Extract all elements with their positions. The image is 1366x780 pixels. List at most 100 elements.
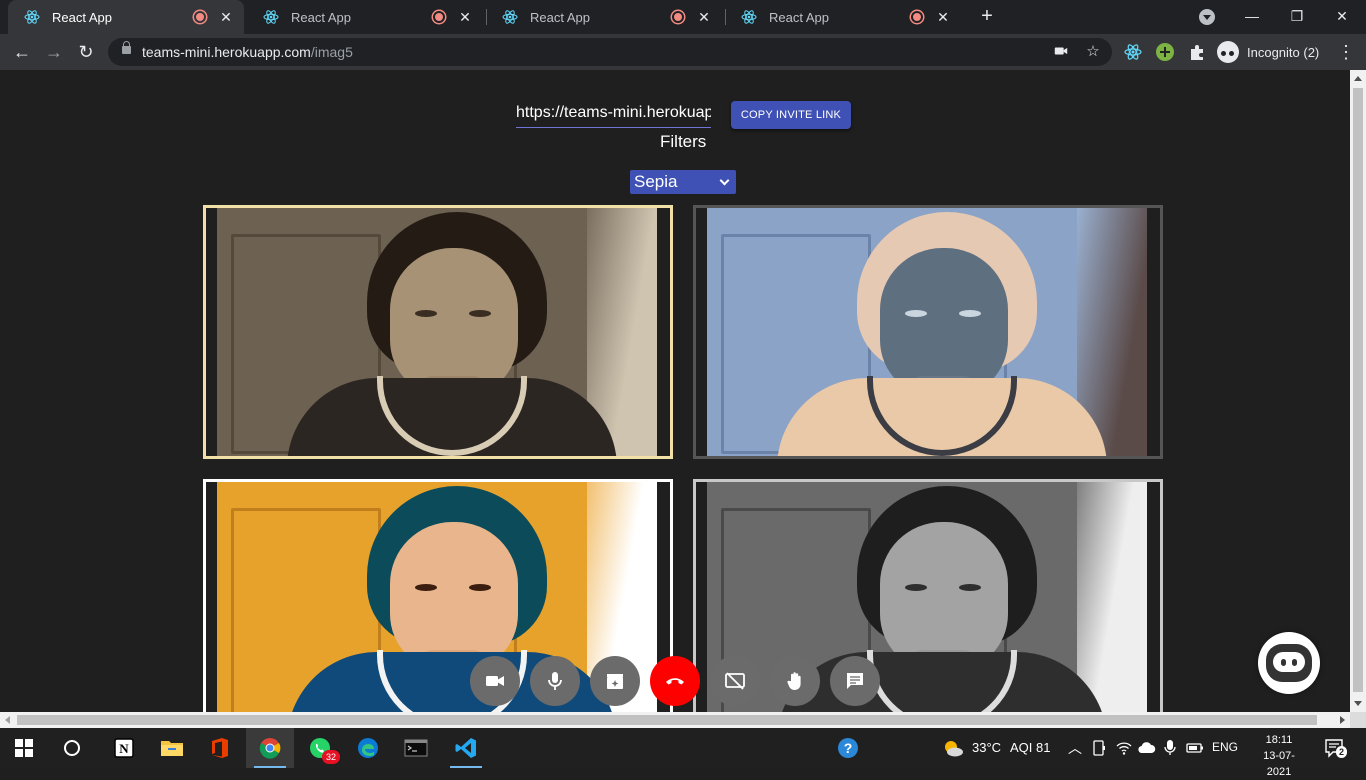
new-tab-plus-icon[interactable]: + bbox=[976, 5, 998, 27]
forward-arrow-icon[interactable]: → bbox=[42, 40, 66, 64]
react-logo-icon bbox=[24, 10, 40, 24]
filters-label: Filters bbox=[660, 132, 707, 151]
lock-icon[interactable] bbox=[122, 41, 131, 54]
end-call-button[interactable] bbox=[650, 656, 700, 706]
tab-close-icon[interactable]: ✕ bbox=[218, 9, 234, 26]
back-arrow-icon[interactable]: ← bbox=[10, 40, 34, 64]
minimize-window-icon[interactable]: — bbox=[1240, 5, 1264, 27]
screen-share-off-button[interactable] bbox=[710, 656, 760, 706]
camera-toggle-button[interactable] bbox=[470, 656, 520, 706]
effects-button[interactable] bbox=[590, 656, 640, 706]
chat-button[interactable] bbox=[830, 656, 880, 706]
tab-title: React App bbox=[52, 9, 112, 25]
action-center-button[interactable]: 2 bbox=[1324, 738, 1347, 758]
vscode-app[interactable] bbox=[442, 728, 490, 768]
camera-in-use-icon[interactable] bbox=[1052, 43, 1070, 61]
participant-video bbox=[707, 208, 1147, 456]
browser-tab-4[interactable]: React App ✕ bbox=[725, 0, 961, 34]
weather-temperature[interactable]: 33°C bbox=[972, 740, 1001, 755]
tab-search-icon[interactable] bbox=[1199, 9, 1215, 25]
restore-window-icon[interactable]: ❐ bbox=[1285, 5, 1309, 27]
screen-share-off-icon bbox=[725, 672, 745, 690]
terminal-icon bbox=[404, 739, 428, 757]
wifi-icon[interactable] bbox=[1116, 740, 1132, 756]
video-tile-invert[interactable] bbox=[693, 205, 1163, 459]
vscode-icon bbox=[455, 738, 476, 758]
vertical-scrollbar[interactable] bbox=[1350, 70, 1366, 712]
system-clock[interactable]: 18:11 13-07-2021 bbox=[1252, 732, 1306, 780]
browser-tab-1[interactable]: React App ✕ bbox=[8, 0, 244, 34]
file-explorer-app[interactable] bbox=[148, 728, 196, 768]
recording-indicator-icon bbox=[194, 11, 206, 23]
video-tile-grayscale[interactable] bbox=[693, 479, 1163, 712]
office-app[interactable] bbox=[196, 728, 244, 768]
start-button[interactable] bbox=[0, 728, 48, 768]
close-window-icon[interactable]: ✕ bbox=[1330, 5, 1354, 27]
tab-close-icon[interactable]: ✕ bbox=[457, 9, 473, 26]
edge-icon bbox=[358, 738, 378, 758]
filter-select[interactable]: Sepia bbox=[630, 170, 736, 194]
clock-date: 13-07-2021 bbox=[1263, 750, 1295, 778]
add-extension-icon[interactable] bbox=[1156, 43, 1174, 61]
mic-toggle-button[interactable] bbox=[530, 656, 580, 706]
notification-count-badge: 2 bbox=[1336, 746, 1347, 758]
tab-title: React App bbox=[291, 9, 351, 25]
video-camera-icon bbox=[486, 676, 504, 686]
clapperboard-sparkle-icon bbox=[607, 674, 623, 689]
meeting-page: COPY INVITE LINK Filters Sepia bbox=[0, 70, 1350, 712]
recording-indicator-icon bbox=[672, 11, 684, 23]
browser-tab-strip: React App ✕ React App ✕ React App ✕ Reac… bbox=[0, 0, 1366, 34]
chevron-down-icon bbox=[719, 175, 730, 186]
browser-menu-icon[interactable]: ⋮ bbox=[1337, 40, 1355, 64]
help-app[interactable]: ? bbox=[824, 728, 872, 768]
tab-close-icon[interactable]: ✕ bbox=[696, 9, 712, 26]
microphone-in-use-icon[interactable] bbox=[1163, 739, 1177, 757]
browser-tab-3[interactable]: React App ✕ bbox=[486, 0, 722, 34]
scrollbar-corner bbox=[1350, 712, 1366, 728]
microphone-icon bbox=[548, 672, 562, 690]
incognito-profile-button[interactable]: Incognito (2) bbox=[1217, 40, 1319, 64]
svg-text:?: ? bbox=[844, 740, 853, 756]
search-button[interactable] bbox=[48, 728, 96, 768]
air-quality-index[interactable]: AQI 81 bbox=[1010, 740, 1050, 755]
terminal-app[interactable] bbox=[392, 728, 440, 768]
windows-logo-icon bbox=[15, 739, 33, 757]
clock-time: 18:11 bbox=[1265, 734, 1293, 746]
battery-icon[interactable] bbox=[1186, 741, 1204, 755]
show-hidden-icons-chevron-icon[interactable]: ︿ bbox=[1068, 738, 1082, 758]
copy-invite-link-button[interactable]: COPY INVITE LINK bbox=[731, 101, 851, 129]
video-tile-sepia[interactable] bbox=[203, 205, 673, 459]
chatbot-button[interactable] bbox=[1258, 632, 1320, 694]
raise-hand-button[interactable] bbox=[770, 656, 820, 706]
url-host: teams-mini.herokuapp.com bbox=[142, 44, 311, 60]
react-logo-icon bbox=[741, 10, 757, 24]
device-icon[interactable] bbox=[1092, 740, 1106, 756]
vertical-scroll-thumb[interactable] bbox=[1353, 88, 1363, 692]
horizontal-scrollbar[interactable] bbox=[0, 712, 1350, 728]
extensions-puzzle-icon[interactable] bbox=[1188, 43, 1206, 61]
react-devtools-extension-icon[interactable] bbox=[1124, 43, 1142, 61]
cortana-circle-icon bbox=[64, 740, 80, 756]
office-icon bbox=[212, 738, 228, 758]
whatsapp-app[interactable]: 32 bbox=[296, 728, 344, 768]
url-text[interactable]: teams-mini.herokuapp.com/imag5 bbox=[142, 44, 353, 60]
folder-icon bbox=[161, 741, 183, 756]
onedrive-cloud-icon[interactable] bbox=[1138, 741, 1156, 755]
chrome-app[interactable] bbox=[246, 728, 294, 768]
recording-indicator-icon bbox=[911, 11, 923, 23]
address-bar[interactable]: teams-mini.herokuapp.com/imag5 ☆ bbox=[108, 38, 1112, 66]
weather-sun-cloud-icon[interactable] bbox=[942, 738, 964, 758]
robot-icon bbox=[1266, 644, 1312, 682]
horizontal-scroll-thumb[interactable] bbox=[17, 715, 1317, 725]
browser-tab-2[interactable]: React App ✕ bbox=[247, 0, 483, 34]
reload-icon[interactable]: ↻ bbox=[74, 40, 98, 64]
incognito-icon bbox=[1217, 41, 1239, 63]
tab-close-icon[interactable]: ✕ bbox=[935, 9, 951, 26]
notion-app[interactable]: N bbox=[100, 728, 148, 768]
language-indicator[interactable]: ENG bbox=[1212, 740, 1238, 754]
windows-taskbar: N 32 ? 33°C AQI 81 ︿ ENG 18:11 13-07-202… bbox=[0, 728, 1366, 778]
edge-app[interactable] bbox=[344, 728, 392, 768]
tab-title: React App bbox=[769, 9, 829, 25]
bookmark-star-icon[interactable]: ☆ bbox=[1084, 43, 1102, 61]
invite-link-input[interactable] bbox=[516, 98, 711, 128]
